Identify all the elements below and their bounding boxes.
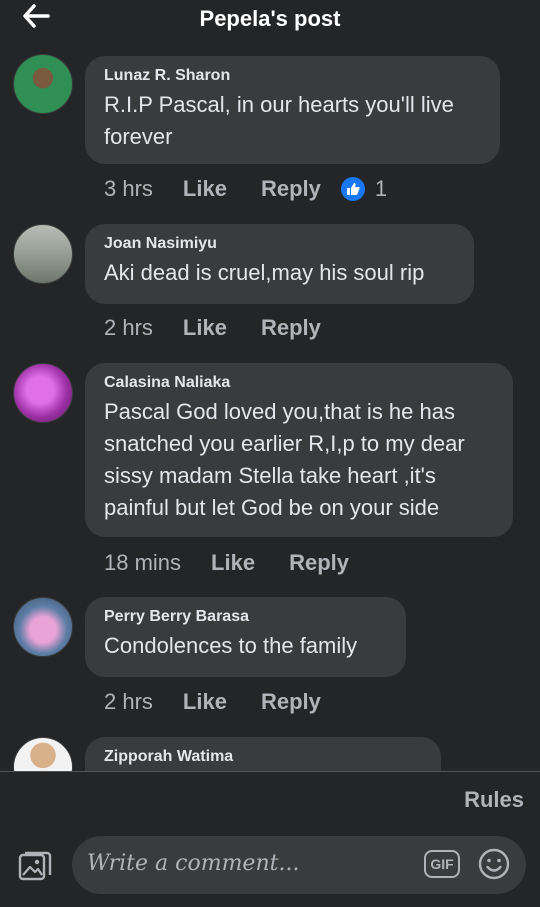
- reply-button[interactable]: Reply: [261, 689, 321, 715]
- comment-author[interactable]: Perry Berry Barasa: [104, 608, 388, 626]
- comment-text-line: forever: [104, 124, 173, 149]
- comment-actions: 2 hrs Like Reply: [104, 688, 321, 716]
- comment-text: Aki dead is cruel,may his soul rip: [104, 257, 456, 289]
- comment-bubble: Calasina Naliaka Pascal God loved you,th…: [85, 363, 513, 537]
- thumbs-up-icon: [340, 177, 365, 201]
- gif-button[interactable]: GIF: [424, 850, 460, 878]
- footer-divider: [0, 771, 540, 772]
- comment-text-line: snatched you earlier R,I,p to my dear: [104, 431, 465, 456]
- like-button[interactable]: Like: [183, 689, 227, 715]
- page-title: Pepela's post: [199, 6, 341, 31]
- comment-actions: 3 hrs Like Reply 1: [104, 175, 387, 203]
- rules-link[interactable]: Rules: [464, 787, 524, 813]
- comment-actions: 2 hrs Like Reply: [104, 314, 321, 342]
- comment-text-line: painful but let God be on your side: [104, 495, 440, 520]
- comment-actions: 18 mins Like Reply: [104, 549, 349, 577]
- reaction-summary[interactable]: 1: [340, 176, 388, 202]
- comment-bubble: Perry Berry Barasa Condolences to the fa…: [85, 597, 406, 677]
- reply-button[interactable]: Reply: [289, 550, 349, 576]
- avatar[interactable]: [13, 737, 73, 771]
- comment-timestamp[interactable]: 2 hrs: [104, 315, 153, 341]
- avatar[interactable]: [13, 597, 73, 657]
- emoji-button[interactable]: [477, 847, 511, 881]
- avatar[interactable]: [13, 54, 73, 114]
- comment-list: Lunaz R. Sharon R.I.P Pascal, in our hea…: [0, 0, 540, 771]
- comment-author[interactable]: Calasina Naliaka: [104, 374, 495, 392]
- comment-bubble: Zipporah Watima: [85, 737, 441, 771]
- comment-timestamp[interactable]: 2 hrs: [104, 689, 153, 715]
- comment-timestamp[interactable]: 3 hrs: [104, 176, 153, 202]
- comment-timestamp[interactable]: 18 mins: [104, 550, 181, 576]
- comment-author[interactable]: Lunaz R. Sharon: [104, 67, 482, 85]
- comment-author[interactable]: Zipporah Watima: [104, 748, 423, 766]
- comment-text: Condolences to the family: [104, 630, 388, 662]
- comment-bubble: Joan Nasimiyu Aki dead is cruel,may his …: [85, 224, 474, 304]
- like-button[interactable]: Like: [183, 315, 227, 341]
- comment-bubble: Lunaz R. Sharon R.I.P Pascal, in our hea…: [85, 56, 500, 164]
- comment-text-line: R.I.P Pascal, in our hearts you'll live: [104, 92, 454, 117]
- comment-composer[interactable]: Write a comment... GIF: [72, 836, 526, 894]
- comment-text-line: Pascal God loved you,that is he has: [104, 399, 455, 424]
- photo-icon: [18, 851, 52, 881]
- smiley-icon: [478, 848, 510, 880]
- like-button[interactable]: Like: [211, 550, 255, 576]
- comment-author[interactable]: Joan Nasimiyu: [104, 235, 456, 253]
- app-header: Pepela's post: [0, 0, 540, 40]
- photo-button[interactable]: [17, 848, 53, 884]
- reply-button[interactable]: Reply: [261, 315, 321, 341]
- avatar[interactable]: [13, 224, 73, 284]
- comment-text-line: Aki dead is cruel,may his soul rip: [104, 260, 425, 285]
- comment-text: Pascal God loved you,that is he has snat…: [104, 396, 495, 524]
- like-button[interactable]: Like: [183, 176, 227, 202]
- comment-text: R.I.P Pascal, in our hearts you'll live …: [104, 89, 482, 153]
- comment-text-line: sissy madam Stella take heart ,it's: [104, 463, 436, 488]
- comment-input[interactable]: Write a comment...: [87, 851, 299, 876]
- comment-text-line: Condolences to the family: [104, 633, 358, 658]
- avatar[interactable]: [13, 363, 73, 423]
- reaction-count: 1: [374, 176, 388, 201]
- reply-button[interactable]: Reply: [261, 176, 321, 202]
